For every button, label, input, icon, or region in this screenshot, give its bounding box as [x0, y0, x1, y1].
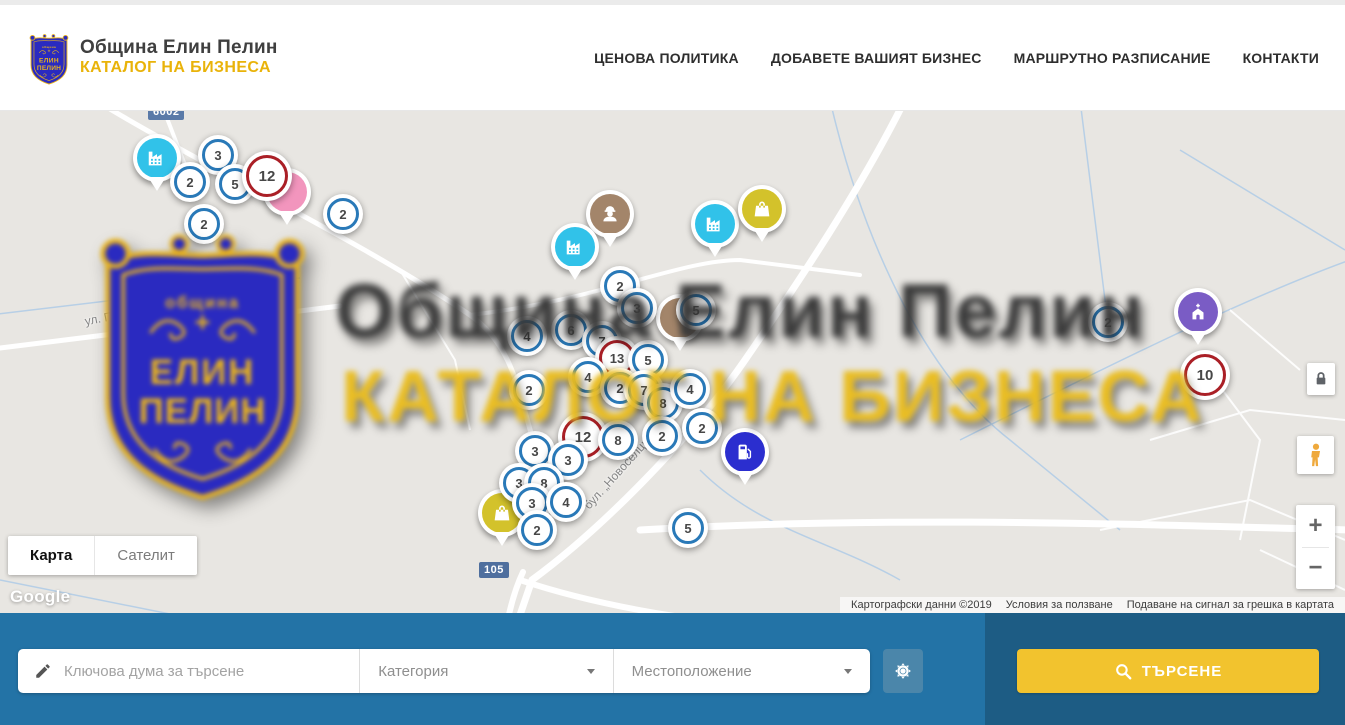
map-canvas[interactable]: 32512222356471354227842212833383425210 о… [0, 110, 1345, 613]
map-type-satellite-button[interactable]: Сателит [94, 536, 197, 575]
keyword-segment [18, 649, 359, 693]
search-icon [1114, 662, 1133, 681]
advanced-settings-button[interactable] [883, 649, 923, 693]
zoom-in-button[interactable]: + [1296, 505, 1335, 547]
fuel-pin[interactable] [721, 428, 769, 485]
gear-icon [893, 661, 913, 681]
zoom-control: + − [1296, 505, 1335, 589]
cluster-marker[interactable]: 5 [676, 290, 716, 330]
svg-text:ЕЛИН: ЕЛИН [39, 57, 59, 64]
cluster-marker[interactable]: 2 [517, 510, 557, 550]
markers-layer: 32512222356471354227842212833383425210 [0, 110, 1345, 613]
cluster-marker[interactable]: 2 [682, 408, 722, 448]
cluster-marker[interactable]: 2 [323, 194, 363, 234]
main-nav: ЦЕНОВА ПОЛИТИКА ДОБАВЕТЕ ВАШИЯТ БИЗНЕС М… [594, 50, 1319, 66]
nav-item-contacts[interactable]: КОНТАКТИ [1243, 50, 1319, 66]
cluster-marker[interactable]: 12 [242, 151, 292, 201]
cluster-marker[interactable]: 2 [1088, 302, 1128, 342]
brand-text: Община Елин Пелин КАТАЛОГ НА БИЗНЕСА [80, 37, 278, 77]
search-submit-button[interactable]: ТЪРСЕНЕ [1017, 649, 1319, 693]
map-type-map-button[interactable]: Карта [8, 536, 94, 575]
nav-item-add-business[interactable]: ДОБАВЕТЕ ВАШИЯТ БИЗНЕС [771, 50, 982, 66]
search-button-label: ТЪРСЕНЕ [1142, 663, 1223, 680]
attribution-terms-link[interactable]: Условия за ползване [999, 599, 1120, 611]
search-panel: Категория Местоположение [18, 649, 870, 693]
google-logo[interactable]: Google [10, 587, 70, 607]
cluster-marker[interactable]: 5 [668, 508, 708, 548]
cluster-marker[interactable]: 2 [509, 370, 549, 410]
attribution-report-error-link[interactable]: Подаване на сигнал за грешка в картата [1120, 599, 1341, 611]
church-pin[interactable] [1174, 288, 1222, 345]
lock-control-button[interactable] [1307, 363, 1335, 395]
page: община ЕЛИН ПЕЛИН Община Елин Пелин КАТА… [0, 0, 1345, 725]
brand-title: Община Елин Пелин [80, 37, 278, 59]
category-select-value: Категория [360, 663, 448, 680]
pegman-control[interactable] [1297, 436, 1334, 474]
chevron-down-icon [587, 669, 595, 674]
zoom-out-button[interactable]: − [1296, 548, 1335, 590]
cluster-marker[interactable]: 4 [670, 369, 710, 409]
cluster-marker[interactable]: 2 [170, 162, 210, 202]
location-select[interactable]: Местоположение [613, 649, 870, 693]
location-select-value: Местоположение [614, 663, 752, 680]
category-select[interactable]: Категория [359, 649, 612, 693]
pencil-icon [34, 662, 52, 680]
svg-text:община: община [42, 45, 56, 49]
pegman-icon [1305, 442, 1327, 468]
cluster-marker[interactable]: 10 [1180, 350, 1230, 400]
attribution-copyright: Картографски данни ©2019 [844, 599, 999, 611]
nav-item-pricing[interactable]: ЦЕНОВА ПОЛИТИКА [594, 50, 739, 66]
cluster-marker[interactable]: 2 [184, 204, 224, 244]
header: община ЕЛИН ПЕЛИН Община Елин Пелин КАТА… [0, 5, 1345, 111]
chevron-down-icon [844, 669, 852, 674]
search-bar: Категория Местоположение ТЪР [0, 613, 1345, 725]
map-type-control: Карта Сателит [8, 536, 197, 575]
cluster-marker[interactable]: 8 [598, 420, 638, 460]
lock-icon [1313, 370, 1329, 388]
bag-pin[interactable] [738, 185, 786, 242]
keyword-search-input[interactable] [18, 649, 359, 693]
factory-pin[interactable] [691, 200, 739, 257]
cluster-marker[interactable]: 4 [507, 316, 547, 356]
top-edge-strip [0, 0, 1345, 5]
cluster-marker[interactable]: 3 [617, 288, 657, 328]
factory-pin[interactable] [551, 223, 599, 280]
nav-item-route-schedule[interactable]: МАРШРУТНО РАЗПИСАНИЕ [1014, 50, 1211, 66]
municipality-logo: община ЕЛИН ПЕЛИН [27, 30, 71, 86]
brand-link[interactable]: община ЕЛИН ПЕЛИН Община Елин Пелин КАТА… [27, 30, 278, 86]
brand-subtitle: КАТАЛОГ НА БИЗНЕСА [80, 59, 278, 77]
map-attribution: Картографски данни ©2019 Условия за полз… [840, 597, 1345, 613]
svg-text:ПЕЛИН: ПЕЛИН [37, 64, 61, 71]
cluster-marker[interactable]: 2 [642, 416, 682, 456]
